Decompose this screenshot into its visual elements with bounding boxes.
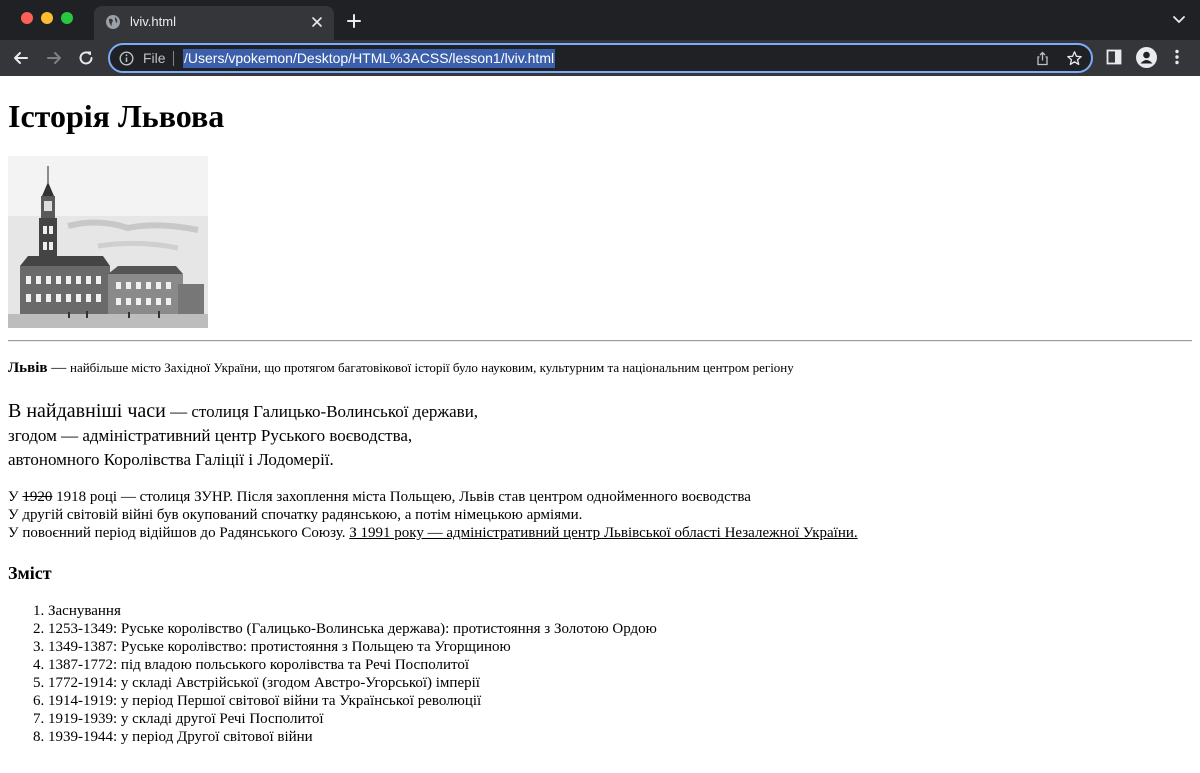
history-line-3: автономного Королівства Галіції і Лодоме… [8, 450, 334, 469]
tab-title: lviv.html [130, 14, 176, 29]
list-item: 1919-1939: у складі другої Речі Посполит… [48, 710, 657, 728]
reload-icon[interactable] [77, 49, 95, 67]
para-line-3: У повоєнний період відійшов до Радянсько… [8, 524, 858, 542]
side-panel-icon[interactable] [1106, 49, 1122, 65]
list-item: 1349-1387: Руське королівство: протистоя… [48, 638, 657, 656]
history-line-1: В найдавніші часи — столиця Галицько-Вол… [8, 399, 478, 424]
history-lead: В найдавніші часи [8, 400, 166, 422]
struck-year: 1920 [22, 489, 53, 505]
para-line-1: У 1920 1918 році — столиця ЗУНР. Після з… [8, 488, 858, 506]
url-scheme-label: File [143, 50, 166, 66]
close-window-button[interactable] [21, 12, 33, 24]
contents-heading: Зміст [8, 563, 52, 583]
para-line-1-prefix: У [8, 489, 23, 505]
para-line-1-text: 1918 році — столиця ЗУНР. Після захоплен… [52, 489, 751, 505]
star-icon[interactable] [1066, 50, 1083, 67]
tab-strip: lviv.html [0, 0, 1200, 40]
modern-history-paragraph: У 1920 1918 році — столиця ЗУНР. Після з… [8, 488, 858, 542]
browser-toolbar: File /Users/vpokemon/Desktop/HTML%3ACSS/… [0, 40, 1200, 76]
contents-list: Заснування 1253-1349: Руське королівство… [8, 602, 657, 746]
person-icon [1140, 51, 1153, 64]
chevron-down-icon[interactable] [1172, 15, 1186, 25]
list-item: 1387-1772: під владою польського королів… [48, 656, 657, 674]
intro-dash: — [47, 360, 70, 376]
intro-bold-city: Львів [8, 360, 48, 376]
new-tab-icon[interactable] [346, 13, 362, 29]
history-line-1-text: — столиця Галицько-Волинської держави, [165, 402, 479, 421]
list-item: 1253-1349: Руське королівство (Галицько-… [48, 620, 657, 638]
more-menu-icon[interactable] [1175, 49, 1179, 65]
page-title: Історія Львова [8, 98, 225, 134]
para-line-3-prefix: У повоєнний період відійшов до Радянсько… [8, 525, 350, 541]
share-icon[interactable] [1035, 51, 1050, 66]
para-line-2: У другій світовій війні був окупований с… [8, 507, 583, 523]
back-arrow-icon[interactable] [12, 49, 30, 67]
list-item: 1772-1914: у складі Австрійської (згодом… [48, 674, 657, 692]
address-bar[interactable]: File /Users/vpokemon/Desktop/HTML%3ACSS/… [108, 43, 1093, 73]
horizontal-rule [8, 340, 1192, 342]
tab-lviv[interactable]: lviv.html [94, 6, 334, 40]
list-item: 1939-1944: у період Другої світової війн… [48, 728, 657, 746]
list-item: Заснування [48, 602, 657, 620]
maximize-window-button[interactable] [61, 12, 73, 24]
close-icon[interactable] [310, 15, 324, 29]
profile-avatar[interactable] [1136, 47, 1157, 68]
list-item: 1914-1919: у період Першої світової війн… [48, 692, 657, 710]
divider [173, 51, 174, 66]
history-block: В найдавніші часи — столиця Галицько-Вол… [8, 399, 478, 472]
url-text[interactable]: /Users/vpokemon/Desktop/HTML%3ACSS/lesso… [183, 49, 556, 68]
minimize-window-button[interactable] [41, 12, 53, 24]
underlined-text: З 1991 року — адміністративний центр Льв… [349, 525, 858, 541]
intro-text: найбільше місто Західної України, що про… [69, 360, 794, 375]
intro-paragraph: Львів — найбільше місто Західної України… [8, 358, 794, 378]
page-content: Історія Львова Львів — найбільше місто З… [0, 76, 1200, 773]
forward-arrow-icon[interactable] [45, 49, 63, 67]
info-icon[interactable] [119, 51, 134, 66]
lviv-town-hall-image [8, 156, 208, 328]
history-line-2: згодом — адміністративний центр Руського… [8, 426, 413, 445]
globe-icon [106, 15, 120, 29]
